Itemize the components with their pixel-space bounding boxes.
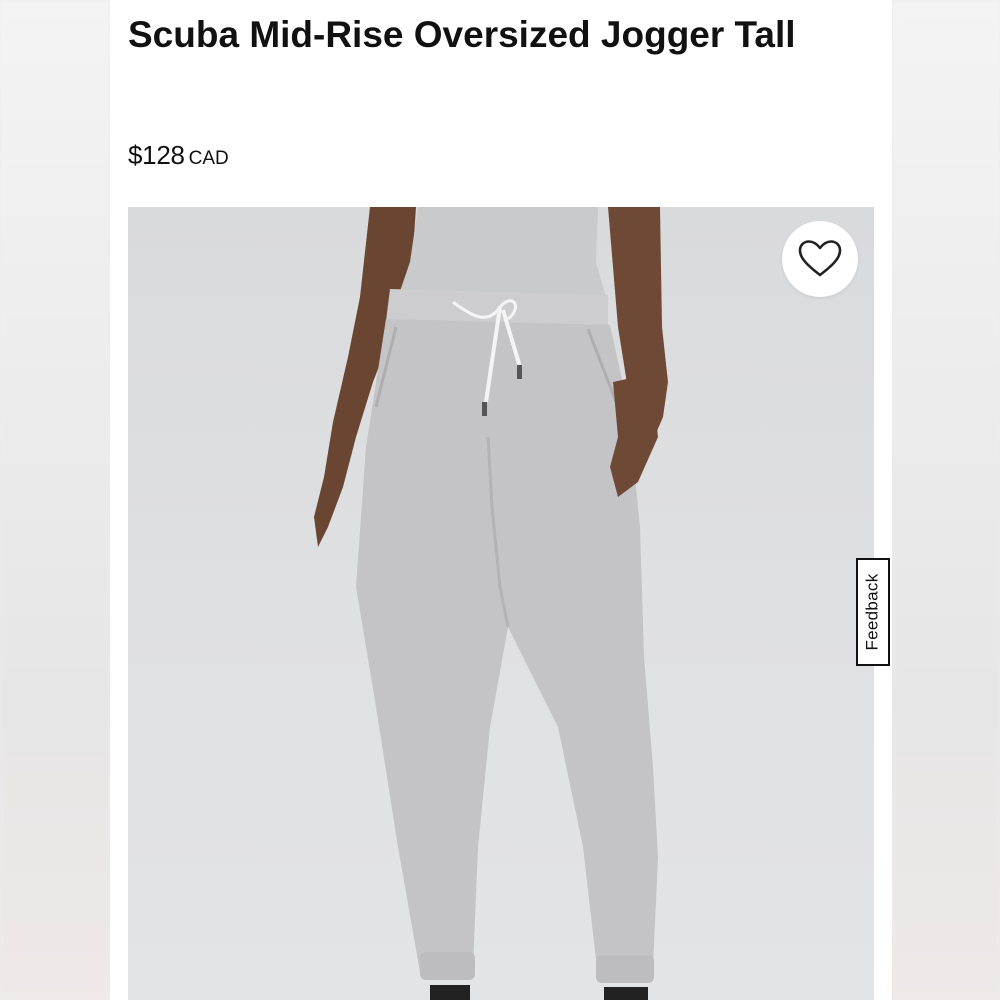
product-title: Scuba Mid-Rise Oversized Jogger Tall — [128, 14, 796, 55]
price-amount: $128 — [128, 140, 185, 170]
product-card: Scuba Mid-Rise Oversized Jogger Tall $12… — [110, 0, 892, 1000]
right-shoe — [604, 987, 648, 1000]
wishlist-button[interactable] — [782, 221, 858, 297]
left-cuff — [420, 952, 475, 980]
model-tank-top — [398, 207, 606, 297]
product-price: $128 CAD — [128, 140, 229, 171]
product-photo — [314, 207, 668, 1000]
right-cuff — [596, 955, 654, 983]
price-currency: CAD — [188, 148, 229, 169]
feedback-tab[interactable]: Feedback — [856, 558, 890, 666]
feedback-label: Feedback — [863, 573, 882, 651]
left-shoe — [430, 985, 470, 1000]
background-blur-right — [892, 0, 1000, 1000]
pants-body — [356, 319, 658, 977]
heart-icon — [798, 240, 842, 277]
product-image[interactable] — [128, 207, 874, 1000]
background-blur-left — [0, 0, 110, 1000]
